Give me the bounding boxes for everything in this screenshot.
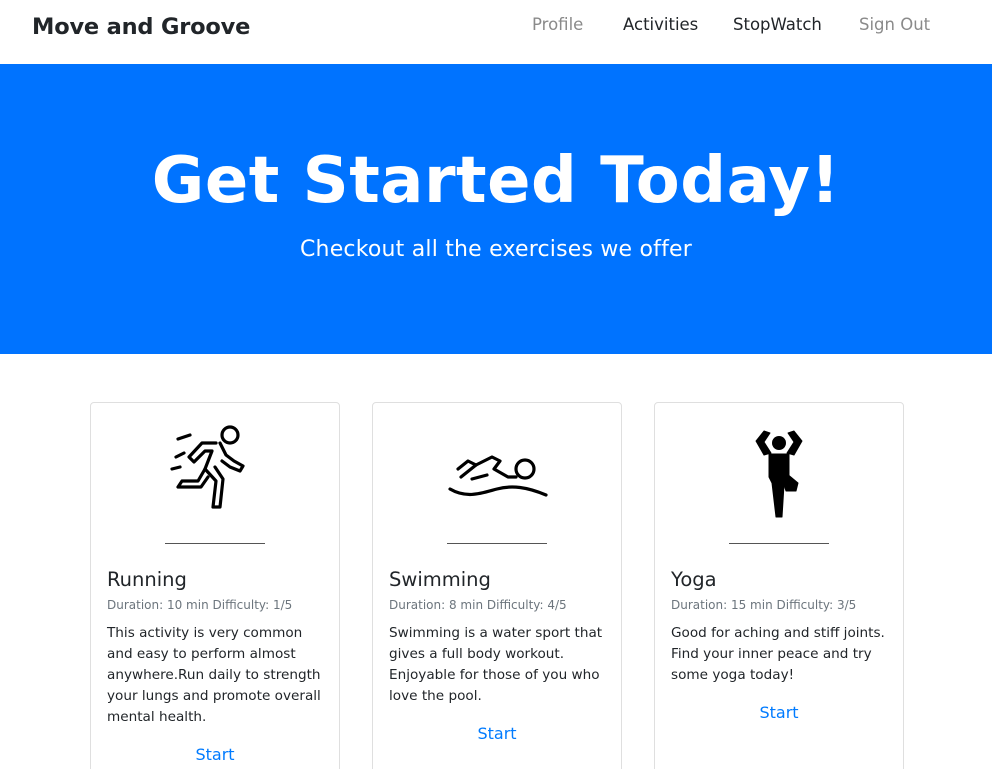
start-button-swimming[interactable]: Start — [373, 724, 621, 743]
card-meta: Duration: 8 min Difficulty: 4/5 — [389, 598, 567, 612]
card-divider — [729, 543, 829, 544]
brand-logo-link[interactable]: Move and Groove — [32, 14, 250, 40]
hero-title: Get Started Today! — [151, 144, 841, 218]
card-title: Yoga — [671, 568, 717, 591]
card-title: Running — [107, 568, 187, 591]
yoga-pose-icon — [655, 417, 903, 527]
activity-card-yoga: Yoga Duration: 15 min Difficulty: 3/5 Go… — [654, 402, 904, 769]
card-meta: Duration: 10 min Difficulty: 1/5 — [107, 598, 293, 612]
start-button-running[interactable]: Start — [91, 745, 339, 764]
card-divider — [165, 543, 265, 544]
swimmer-icon — [373, 417, 621, 527]
nav-stopwatch-link[interactable]: StopWatch — [733, 15, 822, 34]
nav-activities-link[interactable]: Activities — [623, 15, 698, 34]
activity-card-swimming: Swimming Duration: 8 min Difficulty: 4/5… — [372, 402, 622, 769]
running-person-icon — [91, 417, 339, 527]
hero-banner: Get Started Today! Checkout all the exer… — [0, 64, 992, 354]
card-meta: Duration: 15 min Difficulty: 3/5 — [671, 598, 857, 612]
nav-signout-link[interactable]: Sign Out — [859, 15, 930, 34]
hero-subtitle: Checkout all the exercises we offer — [299, 237, 692, 262]
card-title: Swimming — [389, 568, 491, 591]
card-description: Good for aching and stiff joints. Find y… — [671, 625, 885, 683]
card-description: This activity is very common and easy to… — [107, 625, 321, 725]
navbar: Move and Groove Profile Activities StopW… — [0, 0, 992, 64]
activity-card-running: Running Duration: 10 min Difficulty: 1/5… — [90, 402, 340, 769]
nav-profile-link[interactable]: Profile — [532, 15, 583, 34]
card-description: Swimming is a water sport that gives a f… — [389, 625, 603, 704]
start-button-yoga[interactable]: Start — [655, 703, 903, 722]
card-divider — [447, 543, 547, 544]
